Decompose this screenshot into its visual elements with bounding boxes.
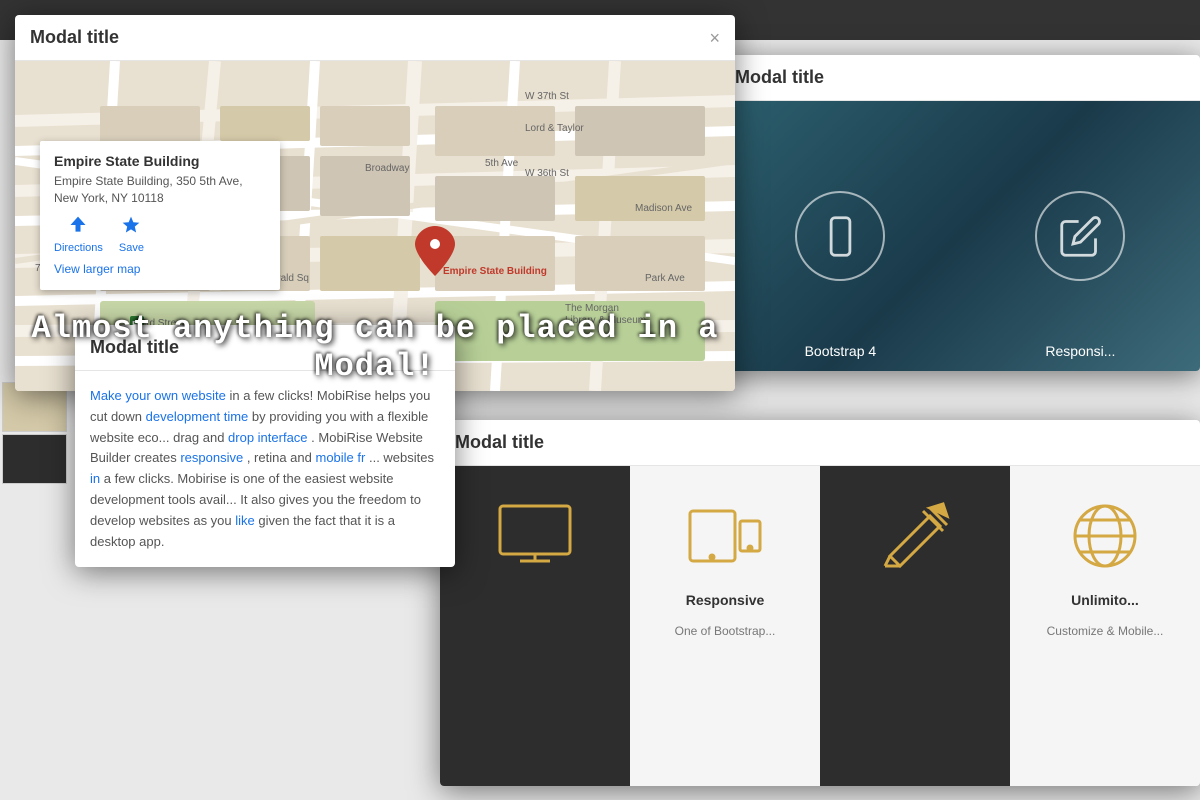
modal-icons: Modal title Responsive — [440, 420, 1200, 786]
text-highlight-like: like — [235, 513, 255, 528]
directions-button[interactable]: Directions — [54, 215, 103, 254]
responsive-icon-svg — [685, 496, 765, 576]
view-larger-map-link[interactable]: View larger map — [54, 262, 140, 276]
text-content-4: , retina and — [247, 450, 316, 465]
modal-bootstrap: Modal title Bootstrap 4 Responsi... — [720, 55, 1200, 371]
text-content-5: ... websites — [369, 450, 434, 465]
map-popup: Empire State Building Empire State Build… — [40, 141, 280, 290]
phone-icon-circle — [795, 191, 885, 281]
overlay-text-container: Almost anything can be placed in a Modal… — [0, 310, 750, 387]
text-highlight-in: in — [90, 471, 100, 486]
modal-bootstrap-header: Modal title — [720, 55, 1200, 101]
text-highlight-dev: development time — [146, 409, 249, 424]
overlay-heading: Almost anything can be placed in a Modal… — [0, 310, 750, 387]
globe-label: Unlimito... — [1071, 592, 1139, 608]
place-name: Empire State Building — [54, 153, 266, 169]
icon-card-responsive: Responsive One of Bootstrap... — [630, 466, 820, 786]
svg-text:5th Ave: 5th Ave — [485, 158, 519, 169]
globe-icon-container — [1055, 496, 1155, 576]
icon-card-edit — [820, 466, 1010, 786]
globe-icon-svg — [1065, 496, 1145, 576]
modal-bootstrap-title: Modal title — [735, 67, 824, 88]
pencil-icon-svg — [875, 496, 955, 576]
modal-text-content: Make your own website in a few clicks! M… — [90, 386, 440, 552]
phone-icon — [818, 214, 863, 259]
responsive-label: Responsive — [686, 592, 765, 608]
caption-bootstrap: Bootstrap 4 — [805, 343, 877, 359]
svg-text:W 36th St: W 36th St — [525, 168, 569, 179]
place-address: Empire State Building, 350 5th Ave, New … — [54, 173, 266, 207]
svg-text:Empire State Building: Empire State Building — [443, 266, 547, 277]
save-label: Save — [119, 242, 144, 254]
pencil-icon — [1058, 214, 1103, 259]
modal-image-area: Bootstrap 4 Responsi... — [720, 101, 1200, 371]
svg-text:Lord & Taylor: Lord & Taylor — [525, 123, 584, 134]
caption-responsi: Responsi... — [1045, 343, 1115, 359]
save-button[interactable]: Save — [119, 215, 144, 254]
modal-text-body: Make your own website in a few clicks! M… — [75, 371, 455, 567]
modal-map-header: Modal title × — [15, 15, 735, 61]
monitor-icon-svg — [495, 496, 575, 576]
icon-card-monitor — [440, 466, 630, 786]
svg-text:Madison Ave: Madison Ave — [635, 203, 693, 214]
text-highlight-make: Make your own website — [90, 388, 226, 403]
directions-icon — [68, 215, 88, 240]
modal-map-title: Modal title — [30, 27, 119, 48]
modal-icons-body: Responsive One of Bootstrap... — [440, 466, 1200, 786]
text-highlight-responsive: responsive — [180, 450, 243, 465]
edit-icon-container — [865, 496, 965, 576]
modal-icons-header: Modal title — [440, 420, 1200, 466]
popup-actions: Directions Save — [54, 215, 266, 254]
responsive-sublabel: One of Bootstrap... — [675, 624, 776, 638]
text-highlight-mobile: mobile fr — [315, 450, 365, 465]
thumb-dark[interactable] — [2, 434, 67, 484]
icon-card-globe: Unlimito... Customize & Mobile... — [1010, 466, 1200, 786]
monitor-icon-container — [485, 496, 585, 576]
edit-icon-circle — [1035, 191, 1125, 281]
left-thumbnails — [0, 380, 75, 486]
text-highlight-drop: drop interface — [228, 430, 308, 445]
svg-text:W 37th St: W 37th St — [525, 91, 569, 102]
save-star-icon — [121, 215, 141, 240]
modal-map-close[interactable]: × — [709, 29, 720, 47]
responsive-icon-container — [675, 496, 775, 576]
globe-sublabel: Customize & Mobile... — [1047, 624, 1164, 638]
modal-icons-title: Modal title — [455, 432, 544, 453]
svg-text:Broadway: Broadway — [365, 163, 409, 174]
modal-image-caption: Bootstrap 4 Responsi... — [720, 343, 1200, 359]
svg-text:Park Ave: Park Ave — [645, 273, 685, 284]
directions-label: Directions — [54, 242, 103, 254]
